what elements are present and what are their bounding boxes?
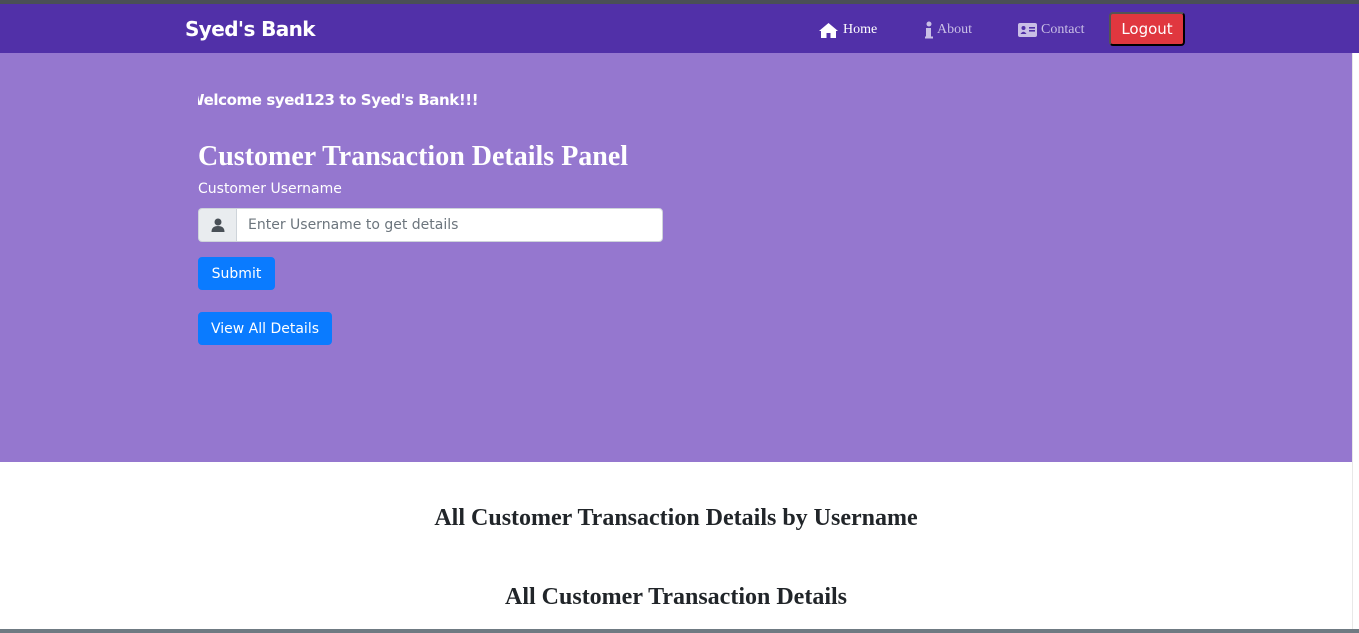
username-input-group (198, 208, 663, 242)
view-all-details-button[interactable]: View All Details (198, 312, 332, 345)
logout-button[interactable]: Logout (1109, 12, 1185, 46)
navbar: Syed's Bank Home About Contact Logout (0, 4, 1359, 53)
taskbar-edge (0, 629, 1359, 633)
nav-link-home[interactable]: Home (818, 20, 877, 40)
info-icon (925, 21, 933, 39)
panel-title: Customer Transaction Details Panel (198, 141, 629, 172)
nav-link-about-label: About (937, 22, 972, 37)
username-label: Customer Username (198, 181, 342, 197)
scrollbar-track[interactable] (1352, 53, 1359, 633)
nav-link-home-label: Home (843, 22, 878, 37)
by-username-heading: All Customer Transaction Details by User… (434, 505, 918, 531)
all-details-heading: All Customer Transaction Details (505, 584, 847, 610)
home-icon (818, 22, 839, 39)
nav-link-about[interactable]: About (925, 20, 972, 40)
welcome-marquee: Welcome syed123 to Syed's Bank!!! (198, 90, 498, 112)
nav-link-contact-label: Contact (1041, 22, 1085, 37)
user-icon (198, 208, 236, 242)
nav-link-contact[interactable]: Contact (1018, 20, 1085, 40)
submit-button[interactable]: Submit (198, 257, 275, 290)
username-input[interactable] (236, 208, 663, 242)
welcome-message: Welcome syed123 to Syed's Bank!!! (198, 91, 479, 109)
brand-logo[interactable]: Syed's Bank (185, 17, 316, 41)
contact-card-icon (1018, 23, 1037, 37)
